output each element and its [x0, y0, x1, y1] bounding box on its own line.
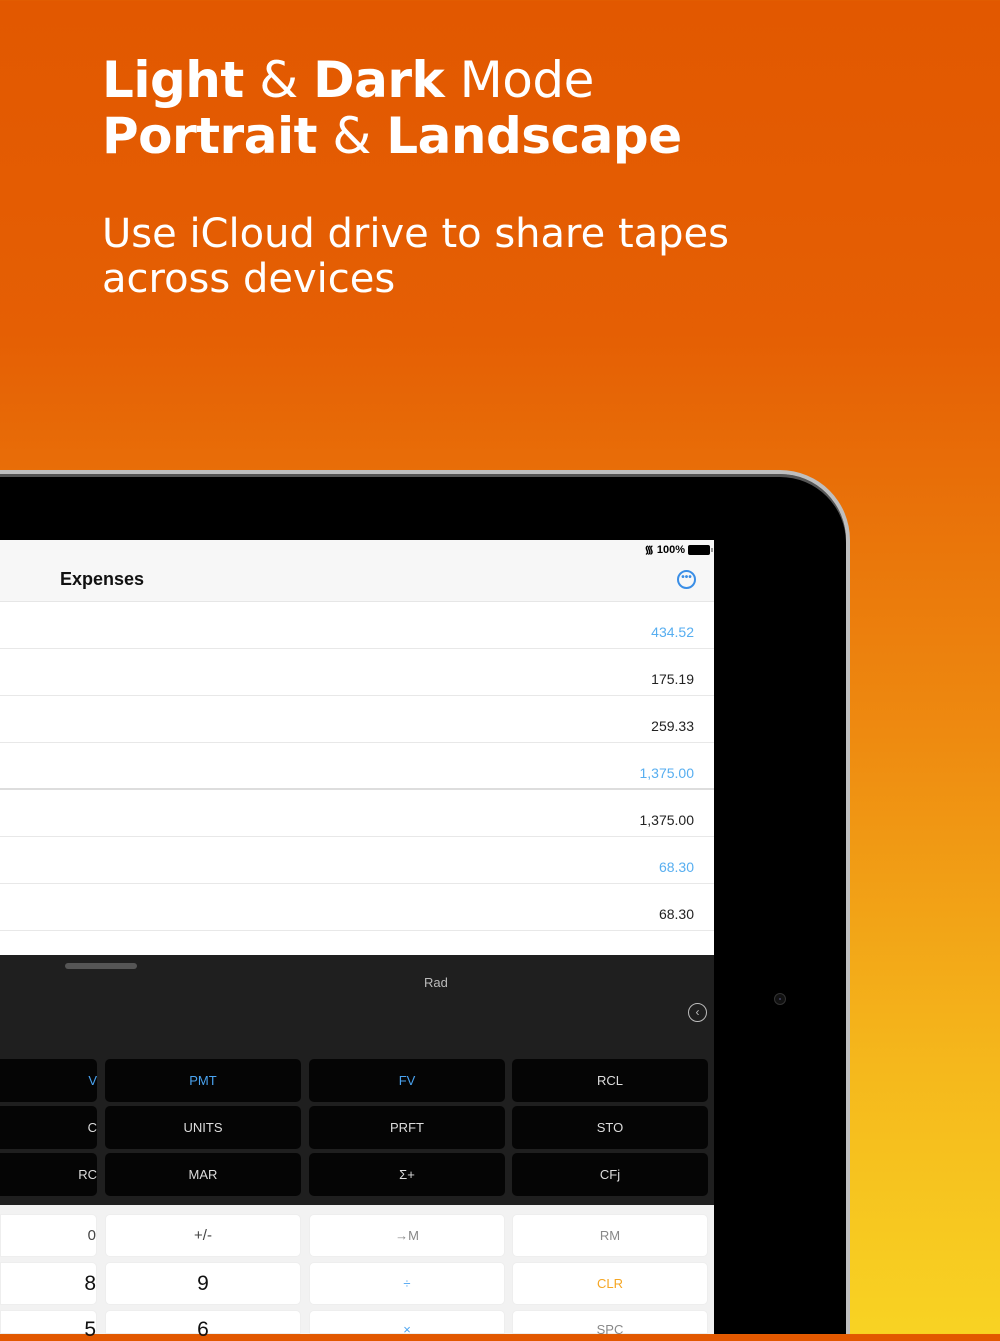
- key-fin_keys-1-1[interactable]: UNITS: [105, 1106, 301, 1149]
- tape-row[interactable]: 434.52: [0, 602, 714, 649]
- chevron-left-icon[interactable]: ‹: [688, 1003, 707, 1022]
- battery-icon: [688, 544, 713, 555]
- tape-row[interactable]: 1,375.00: [0, 743, 714, 790]
- tape-row[interactable]: 68.30: [0, 837, 714, 884]
- headline: Light & Dark Mode Portrait & Landscape: [102, 52, 682, 164]
- key-fin_keys-1-3[interactable]: STO: [512, 1106, 708, 1149]
- key-fin_keys-0-2[interactable]: FV: [309, 1059, 505, 1102]
- key-num_keys-2-0[interactable]: 5: [0, 1310, 97, 1340]
- headline-mode: Mode: [444, 51, 595, 109]
- key-fin_keys-2-1[interactable]: MAR: [105, 1153, 301, 1196]
- key-fin_keys-1-0[interactable]: C: [0, 1106, 97, 1149]
- key-fin_keys-2-3[interactable]: CFj: [512, 1153, 708, 1196]
- tape-row[interactable]: 68.30: [0, 884, 714, 931]
- key-num_keys-2-2[interactable]: ×: [309, 1310, 505, 1337]
- headline-amp-2: &: [317, 107, 387, 165]
- battery-percent: 100%: [656, 543, 685, 556]
- headline-landscape: Landscape: [386, 107, 682, 165]
- tape-row[interactable]: 259.33: [0, 696, 714, 743]
- camera-icon: [774, 993, 786, 1005]
- key-num_keys-2-3[interactable]: SPC: [512, 1310, 708, 1337]
- key-num_keys-0-3[interactable]: RM: [512, 1214, 708, 1257]
- key-num_keys-1-2[interactable]: ÷: [309, 1262, 505, 1305]
- more-options-icon[interactable]: •••: [677, 570, 696, 589]
- tape-value: 68.30: [658, 906, 694, 922]
- headline-amp-1: &: [243, 51, 314, 109]
- drag-handle[interactable]: [65, 963, 137, 969]
- headline-light: Light: [102, 51, 244, 109]
- key-fin_keys-2-0[interactable]: RC: [0, 1153, 97, 1196]
- app-screen: ᯾ 100% Expenses ••• 434.52 175.19 259.33 1,…: [0, 540, 714, 1340]
- key-fin_keys-2-2[interactable]: Σ+: [309, 1153, 505, 1196]
- headline-portrait: Portrait: [102, 107, 318, 165]
- key-num_keys-1-3[interactable]: CLR: [512, 1262, 708, 1305]
- tape-value: 175.19: [651, 671, 694, 687]
- subtitle: Use iCloud drive to share tapes across d…: [102, 211, 729, 302]
- headline-dark: Dark: [313, 51, 445, 109]
- angle-mode: Rad: [424, 975, 448, 990]
- key-num_keys-0-1[interactable]: +/-: [105, 1214, 301, 1257]
- status-bar: ᯾ 100%: [644, 542, 713, 557]
- tape-row[interactable]: 1,375.00: [0, 790, 714, 837]
- tape-list: 434.52 175.19 259.33 1,375.00 1,375.00 68.30 6…: [0, 602, 714, 931]
- key-fin_keys-1-2[interactable]: PRFT: [309, 1106, 505, 1149]
- wifi-icon: ᯾: [644, 544, 654, 556]
- key-num_keys-1-0[interactable]: 8: [0, 1262, 97, 1305]
- key-num_keys-2-1[interactable]: 6: [105, 1310, 301, 1340]
- tape-value: 1,375.00: [639, 812, 695, 828]
- tape-value: 259.33: [651, 718, 694, 734]
- key-num_keys-1-1[interactable]: 9: [105, 1262, 301, 1305]
- key-fin_keys-0-1[interactable]: PMT: [105, 1059, 301, 1102]
- tape-value: 68.30: [658, 859, 694, 875]
- key-num_keys-0-0[interactable]: 0: [0, 1214, 97, 1257]
- page-title: Expenses: [60, 569, 145, 589]
- key-num_keys-0-2[interactable]: →M: [309, 1214, 505, 1257]
- tape-row[interactable]: 175.19: [0, 649, 714, 696]
- key-fin_keys-0-3[interactable]: RCL: [512, 1059, 708, 1102]
- key-fin_keys-0-0[interactable]: V: [0, 1059, 97, 1102]
- tape-value: 1,375.00: [639, 765, 695, 781]
- nav-bar: ᯾ 100% Expenses •••: [0, 540, 714, 602]
- tape-value: 434.52: [651, 624, 694, 640]
